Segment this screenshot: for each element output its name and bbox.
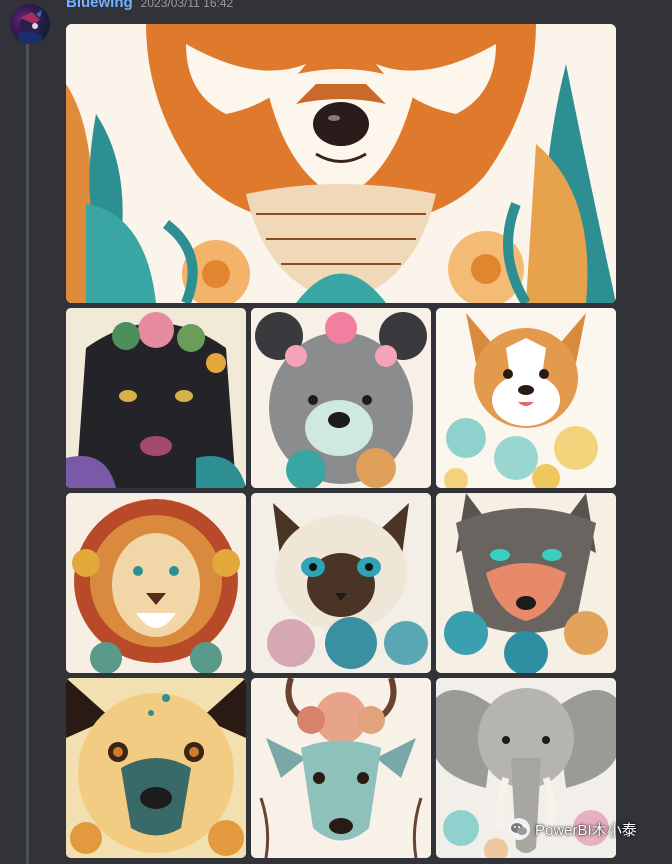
bear-illustration <box>251 308 431 488</box>
corgi-illustration <box>436 308 616 488</box>
avatar-image <box>18 10 42 44</box>
tile-panther[interactable] <box>66 308 246 488</box>
wolf-illustration <box>436 493 616 673</box>
reply-thread-line <box>26 40 29 864</box>
tile-lion[interactable] <box>66 493 246 673</box>
tile-wolf[interactable] <box>436 493 616 673</box>
hero-image-fox[interactable] <box>66 24 616 303</box>
message-header: Bluewing 2023/03/11 16:42 <box>66 0 233 16</box>
user-avatar[interactable] <box>10 4 50 44</box>
wechat-icon <box>508 818 530 840</box>
message-timestamp: 2023/03/11 16:42 <box>140 0 234 10</box>
username[interactable]: Bluewing <box>66 0 133 11</box>
cat-illustration <box>251 493 431 673</box>
panther-illustration <box>66 308 246 488</box>
tile-hyena[interactable] <box>66 678 246 858</box>
hyena-illustration <box>66 678 246 858</box>
fox-illustration <box>66 24 616 303</box>
tile-bear[interactable] <box>251 308 431 488</box>
tile-corgi[interactable] <box>436 308 616 488</box>
lion-illustration <box>66 493 246 673</box>
deer-illustration <box>251 678 431 858</box>
tile-cat[interactable] <box>251 493 431 673</box>
watermark: PowerBI木小泰 <box>508 818 637 840</box>
image-grid <box>66 308 616 858</box>
tile-deer[interactable] <box>251 678 431 858</box>
watermark-text: PowerBI木小泰 <box>535 821 637 839</box>
